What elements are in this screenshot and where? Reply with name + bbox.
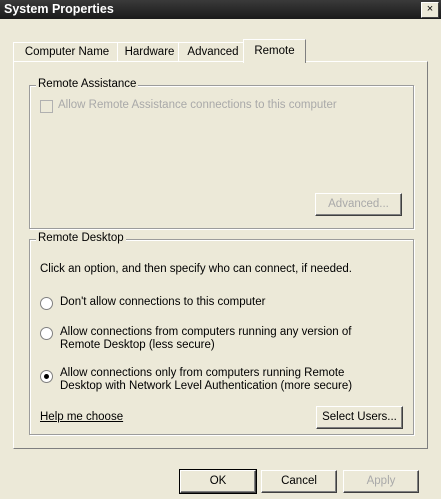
tab-remote[interactable]: Remote [243, 39, 306, 63]
tab-advanced[interactable]: Advanced [178, 42, 248, 62]
radio-dont-allow[interactable] [40, 297, 53, 310]
radio-dont-allow-label: Don't allow connections to this computer [60, 296, 266, 308]
window-title: System Properties [4, 2, 114, 16]
radio-allow-nla-only-label-line2: Desktop with Network Level Authenticatio… [60, 380, 353, 392]
cancel-button[interactable]: Cancel [261, 470, 337, 493]
radio-allow-any-version-label-line2: Remote Desktop (less secure) [60, 339, 215, 351]
remote-assistance-checkbox[interactable] [40, 100, 53, 113]
radio-allow-nla-only-label-line1: Allow connections only from computers ru… [60, 367, 345, 379]
radio-allow-any-version-label-line1: Allow connections from computers running… [60, 326, 352, 338]
system-properties-window: System Properties × Computer Name Hardwa… [0, 0, 441, 499]
remote-assistance-group: Remote Assistance Allow Remote Assistanc… [29, 78, 414, 229]
advanced-button[interactable]: Advanced... [315, 193, 402, 216]
tab-hardware[interactable]: Hardware [117, 42, 182, 62]
close-button[interactable]: × [421, 2, 439, 18]
radio-allow-nla-only[interactable] [40, 370, 53, 383]
ok-button[interactable]: OK [179, 469, 257, 494]
title-bar[interactable]: System Properties × [0, 0, 441, 19]
remote-desktop-instruction: Click an option, and then specify who ca… [40, 263, 352, 275]
remote-desktop-legend: Remote Desktop [36, 232, 126, 244]
apply-button[interactable]: Apply [343, 470, 419, 493]
help-me-choose-link[interactable]: Help me choose [40, 411, 123, 423]
tab-computer-name[interactable]: Computer Name [13, 42, 121, 62]
tab-panel-remote: Remote Assistance Allow Remote Assistanc… [13, 61, 428, 449]
remote-desktop-group: Remote Desktop Click an option, and then… [29, 232, 414, 435]
select-users-button[interactable]: Select Users... [316, 406, 403, 429]
radio-allow-any-version[interactable] [40, 327, 53, 340]
radio-selected-dot [44, 374, 49, 379]
remote-assistance-checkbox-label: Allow Remote Assistance connections to t… [58, 99, 337, 111]
remote-assistance-legend: Remote Assistance [36, 78, 139, 90]
